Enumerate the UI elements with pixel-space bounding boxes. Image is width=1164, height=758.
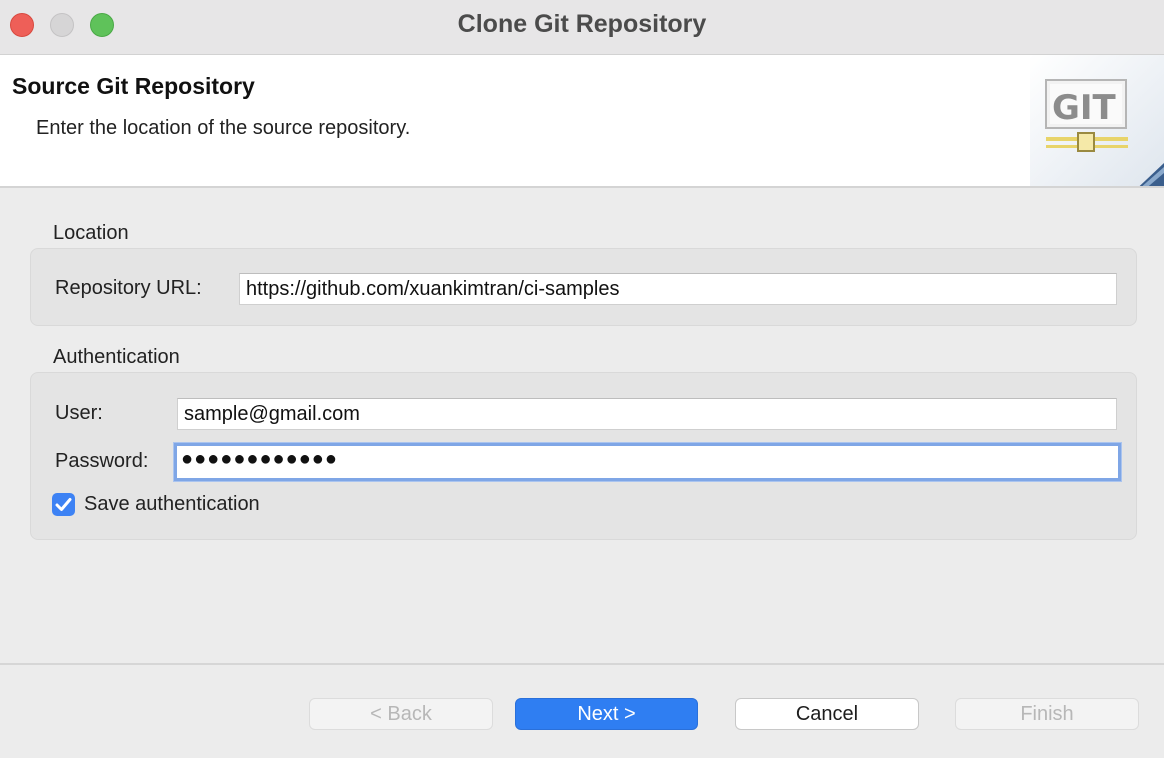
repository-url-input[interactable]: https://github.com/xuankimtran/ci-sample… xyxy=(239,273,1117,305)
authentication-group-label: Authentication xyxy=(53,346,180,368)
window-title: Clone Git Repository xyxy=(457,10,707,38)
finish-button[interactable]: Finish xyxy=(955,698,1139,730)
save-authentication-checkbox[interactable] xyxy=(52,493,75,516)
back-button[interactable]: < Back xyxy=(309,698,493,730)
page-description: Enter the location of the source reposit… xyxy=(36,117,411,139)
title-bar: Clone Git Repository xyxy=(0,0,1164,55)
user-label: User: xyxy=(55,402,103,424)
cancel-button[interactable]: Cancel xyxy=(735,698,919,730)
password-label: Password: xyxy=(55,450,149,472)
repository-url-label: Repository URL: xyxy=(55,277,202,299)
button-bar-separator xyxy=(0,663,1164,665)
wizard-banner: Source Git Repository Enter the location… xyxy=(0,55,1164,188)
git-logo-icon: GIT xyxy=(1030,55,1164,186)
save-authentication-label[interactable]: Save authentication xyxy=(84,493,260,516)
location-group: Repository URL: https://github.com/xuank… xyxy=(30,248,1137,326)
checkmark-icon xyxy=(55,498,72,511)
logo-text: GIT xyxy=(1052,88,1117,128)
location-group-label: Location xyxy=(53,222,129,244)
next-button[interactable]: Next > xyxy=(515,698,698,730)
page-title: Source Git Repository xyxy=(12,73,255,99)
user-input[interactable]: sample@gmail.com xyxy=(177,398,1117,430)
password-input[interactable]: ●●●●●●●●●●●● xyxy=(174,443,1121,481)
